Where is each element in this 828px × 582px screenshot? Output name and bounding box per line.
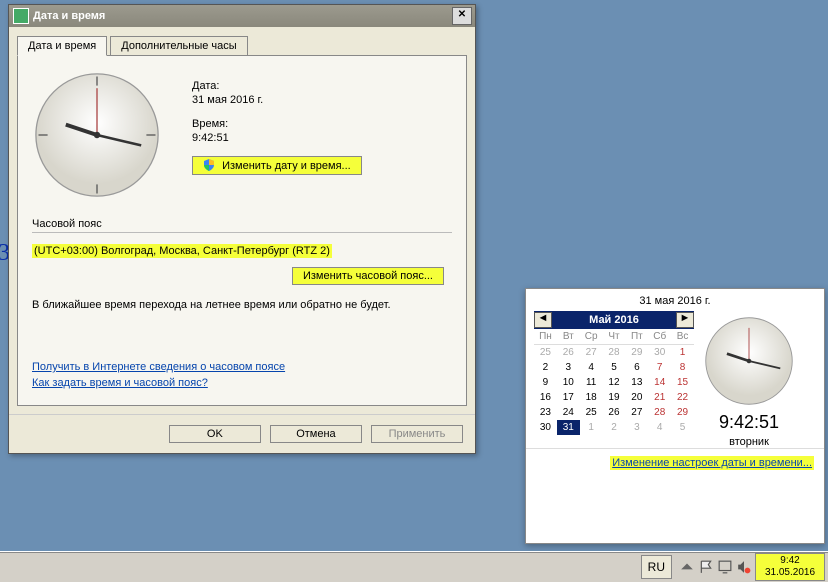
calendar-dow: Вт <box>557 329 580 345</box>
calendar-day[interactable]: 5 <box>603 360 626 375</box>
uac-shield-icon <box>203 159 215 171</box>
calendar-day[interactable]: 18 <box>580 390 603 405</box>
calendar-day[interactable]: 2 <box>603 420 626 435</box>
calendar-day[interactable]: 4 <box>580 360 603 375</box>
change-settings-link[interactable]: Изменение настроек даты и времени... <box>610 456 814 470</box>
calendar-day[interactable]: 3 <box>557 360 580 375</box>
apply-button[interactable]: Применить <box>371 425 463 443</box>
calendar-day[interactable]: 11 <box>580 375 603 390</box>
date-time-dialog: Дата и время ✕ Дата и время Дополнительн… <box>8 4 476 454</box>
calendar-day[interactable]: 8 <box>671 360 694 375</box>
datetime-sysicon <box>13 8 29 24</box>
change-timezone-button[interactable]: Изменить часовой пояс... <box>292 267 444 285</box>
calendar-day[interactable]: 15 <box>671 375 694 390</box>
calendar-day[interactable]: 14 <box>648 375 671 390</box>
calendar-day[interactable]: 25 <box>534 345 557 360</box>
language-indicator[interactable]: RU <box>641 555 672 579</box>
calendar-day[interactable]: 3 <box>625 420 648 435</box>
calendar-day[interactable]: 21 <box>648 390 671 405</box>
popup-digital-time: 9:42:51 <box>694 412 804 433</box>
date-value: 31 мая 2016 г. <box>192 94 370 106</box>
popup-analog-clock <box>694 315 804 410</box>
analog-clock <box>32 70 162 200</box>
calendar-day[interactable]: 5 <box>671 420 694 435</box>
calendar-day[interactable]: 29 <box>671 405 694 420</box>
taskbar-time: 9:42 <box>762 555 818 567</box>
timezone-value: (UTC+03:00) Волгоград, Москва, Санкт-Пет… <box>32 244 332 258</box>
change-date-time-button[interactable]: Изменить дату и время... <box>192 156 362 175</box>
calendar-day[interactable]: 28 <box>648 405 671 420</box>
calendar-day[interactable]: 7 <box>648 360 671 375</box>
calendar-day[interactable]: 27 <box>580 345 603 360</box>
calendar-day[interactable]: 22 <box>671 390 694 405</box>
tab-additional-clocks[interactable]: Дополнительные часы <box>110 36 247 55</box>
calendar-day[interactable]: 12 <box>603 375 626 390</box>
calendar-next-button[interactable]: ► <box>676 312 694 328</box>
calendar-day[interactable]: 30 <box>534 420 557 435</box>
calendar-day[interactable]: 27 <box>625 405 648 420</box>
calendar-prev-button[interactable]: ◄ <box>534 312 552 328</box>
taskbar-date: 31.05.2016 <box>762 567 818 579</box>
calendar-day[interactable]: 26 <box>557 345 580 360</box>
flag-icon[interactable] <box>699 560 713 574</box>
calendar-day[interactable]: 16 <box>534 390 557 405</box>
tray-clock-popup: 31 мая 2016 г. ◄ Май 2016 ► ПнВтСрЧтПтСб… <box>525 288 825 544</box>
calendar-day[interactable]: 13 <box>625 375 648 390</box>
calendar-dow: Сб <box>648 329 671 345</box>
timezone-section-title: Часовой пояс <box>32 218 452 230</box>
calendar-dow: Чт <box>603 329 626 345</box>
time-label: Время: <box>192 118 370 130</box>
calendar-day[interactable]: 26 <box>603 405 626 420</box>
dialog-buttons: OK Отмена Применить <box>9 414 475 453</box>
calendar-day[interactable]: 4 <box>648 420 671 435</box>
calendar-day[interactable]: 30 <box>648 345 671 360</box>
calendar-grid[interactable]: ПнВтСрЧтПтСбВс25262728293012345678910111… <box>534 329 694 435</box>
network-icon[interactable] <box>718 560 732 574</box>
systray <box>676 560 755 574</box>
calendar-day[interactable]: 28 <box>603 345 626 360</box>
calendar-day[interactable]: 2 <box>534 360 557 375</box>
date-label: Дата: <box>192 80 370 92</box>
change-date-time-label: Изменить дату и время... <box>222 160 351 172</box>
tab-bar: Дата и время Дополнительные часы <box>17 35 467 56</box>
calendar-day[interactable]: 29 <box>625 345 648 360</box>
tab-date-time[interactable]: Дата и время <box>17 36 107 56</box>
link-howto[interactable]: Как задать время и часовой пояс? <box>32 377 452 389</box>
calendar-dow: Ср <box>580 329 603 345</box>
calendar-day[interactable]: 17 <box>557 390 580 405</box>
calendar-day[interactable]: 19 <box>603 390 626 405</box>
calendar-day[interactable]: 20 <box>625 390 648 405</box>
dialog-title: Дата и время <box>33 10 105 22</box>
dst-info: В ближайшее время перехода на летнее вре… <box>32 299 452 311</box>
popup-date: 31 мая 2016 г. <box>526 289 824 311</box>
cancel-button[interactable]: Отмена <box>270 425 362 443</box>
close-button[interactable]: ✕ <box>452 7 472 25</box>
calendar-dow: Вс <box>671 329 694 345</box>
calendar-dow: Пн <box>534 329 557 345</box>
calendar-day[interactable]: 25 <box>580 405 603 420</box>
calendar-day[interactable]: 23 <box>534 405 557 420</box>
calendar-day[interactable]: 10 <box>557 375 580 390</box>
popup-weekday: вторник <box>694 436 804 448</box>
dialog-titlebar[interactable]: Дата и время ✕ <box>9 5 475 27</box>
time-value: 9:42:51 <box>192 132 370 144</box>
tray-arrow-icon[interactable] <box>680 560 694 574</box>
taskbar-clock[interactable]: 9:42 31.05.2016 <box>755 553 825 581</box>
link-timezone-info[interactable]: Получить в Интернете сведения о часовом … <box>32 361 452 373</box>
calendar-day[interactable]: 9 <box>534 375 557 390</box>
calendar-day[interactable]: 1 <box>580 420 603 435</box>
calendar-day[interactable]: 1 <box>671 345 694 360</box>
calendar-day[interactable]: 24 <box>557 405 580 420</box>
calendar-dow: Пт <box>625 329 648 345</box>
volume-icon[interactable] <box>737 560 751 574</box>
calendar-day[interactable]: 31 <box>557 420 580 435</box>
calendar-month-title: Май 2016 <box>552 314 676 326</box>
tab-panel: Дата: 31 мая 2016 г. Время: 9:42:51 Изме… <box>17 56 467 406</box>
calendar: ◄ Май 2016 ► ПнВтСрЧтПтСбВс2526272829301… <box>534 311 694 448</box>
calendar-day[interactable]: 6 <box>625 360 648 375</box>
taskbar: RU 9:42 31.05.2016 <box>0 551 828 582</box>
ok-button[interactable]: OK <box>169 425 261 443</box>
